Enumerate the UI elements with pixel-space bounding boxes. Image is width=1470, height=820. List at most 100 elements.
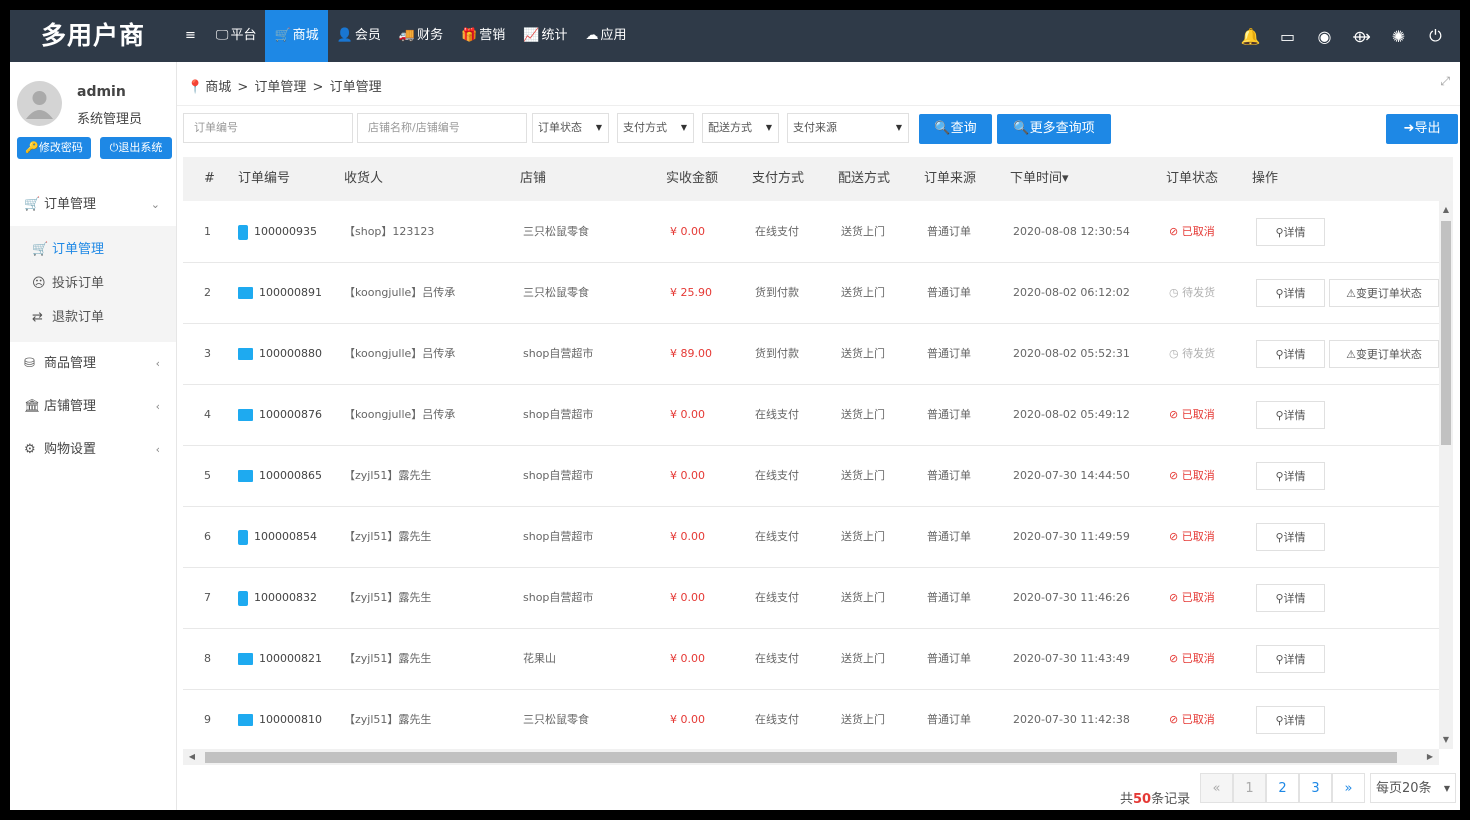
row-order-no: 100000832 xyxy=(238,567,317,628)
status-badge: ⊘ 已取消 xyxy=(1169,469,1215,482)
row-receiver: 【koongjulle】吕传承 xyxy=(344,408,456,421)
nav-member[interactable]: 👤 会员 xyxy=(328,10,390,62)
menu-shop-management[interactable]: 🏛 店铺管理 ‹ xyxy=(10,385,176,428)
row-receiver: 【zyjl51】露先生 xyxy=(344,591,432,604)
power-icon[interactable]: ⏻ xyxy=(1417,26,1454,46)
row-index: 8 xyxy=(204,652,211,665)
page-size-select[interactable]: 每页20条 ▼ xyxy=(1370,773,1456,803)
nav-menu-toggle[interactable]: ≡ xyxy=(176,10,207,62)
row-source: 普通订单 xyxy=(927,713,971,726)
scroll-up-icon[interactable]: ▲ xyxy=(1439,201,1453,219)
row-source: 普通订单 xyxy=(927,591,971,604)
row-shop: 三只松鼠零食 xyxy=(523,286,589,299)
detail-button[interactable]: ⚲详情 xyxy=(1256,340,1325,368)
detail-button[interactable]: ⚲详情 xyxy=(1256,706,1325,734)
order-status-select[interactable]: 订单状态 ▼ xyxy=(532,113,609,143)
menu-shopping-settings[interactable]: ⚙ 购物设置 ‹ xyxy=(10,428,176,471)
search-button[interactable]: 🔍查询 xyxy=(919,114,992,144)
nav-statistics[interactable]: 📈 统计 xyxy=(514,10,576,62)
col-index: # xyxy=(204,171,215,186)
gift-icon: 🎁 xyxy=(461,28,478,43)
cart-icon: 🛒 xyxy=(32,242,49,257)
change-status-button[interactable]: ⚠变更订单状态 xyxy=(1329,279,1439,307)
clock-icon: ◷ xyxy=(1169,347,1183,360)
horizontal-scrollbar[interactable]: ◀ ▶ xyxy=(183,749,1439,765)
more-search-button[interactable]: 🔍更多查询项 xyxy=(997,114,1111,144)
desktop-icon[interactable]: ▭ xyxy=(1269,27,1306,46)
nav-marketing[interactable]: 🎁 营销 xyxy=(452,10,514,62)
breadcrumb-item[interactable]: 商城 xyxy=(205,80,231,95)
nav-finance[interactable]: 🚚 财务 xyxy=(390,10,452,62)
col-order-time[interactable]: 下单时间▾ xyxy=(1010,157,1069,201)
chevron-down-icon: ⌄ xyxy=(150,198,160,211)
scroll-down-icon[interactable]: ▼ xyxy=(1439,731,1453,749)
detail-button[interactable]: ⚲详情 xyxy=(1256,645,1325,673)
detail-button[interactable]: ⚲详情 xyxy=(1256,279,1325,307)
handshake-icon[interactable]: ⟴ xyxy=(1343,27,1380,46)
chevron-left-icon: ‹ xyxy=(155,357,160,370)
row-shop: 三只松鼠零食 xyxy=(523,225,589,238)
scroll-thumb[interactable] xyxy=(205,752,1397,763)
desktop-icon xyxy=(238,409,253,421)
page-button-2[interactable]: 2 xyxy=(1266,773,1299,803)
monitor-icon: 🖵 xyxy=(215,28,229,43)
nav-apps[interactable]: ☁ 应用 xyxy=(576,10,635,62)
delivery-select[interactable]: 配送方式 ▼ xyxy=(702,113,779,143)
scroll-right-icon[interactable]: ▶ xyxy=(1421,749,1439,765)
menu-goods-management[interactable]: ⛁ 商品管理 ‹ xyxy=(10,342,176,385)
row-order-time: 2020-07-30 11:49:59 xyxy=(1013,530,1130,543)
row-index: 9 xyxy=(204,713,211,726)
location-icon[interactable]: ◉ xyxy=(1306,27,1343,46)
search-icon: ⚲ xyxy=(1275,348,1284,361)
nav-platform[interactable]: 🖵 平台 xyxy=(207,10,266,62)
row-index: 5 xyxy=(204,469,211,482)
main-nav: ≡ 🖵 平台 🛒 商城 👤 会员 🚚 财务 🎁 营销 📈 统计 ☁ 应用 xyxy=(176,10,636,62)
page-button-1[interactable]: 1 xyxy=(1233,773,1266,803)
change-status-button[interactable]: ⚠变更订单状态 xyxy=(1329,340,1439,368)
logout-button[interactable]: ⏻退出系统 xyxy=(100,137,172,159)
pay-method-select[interactable]: 支付方式 ▼ xyxy=(617,113,694,143)
scroll-thumb[interactable] xyxy=(1441,221,1451,445)
nav-mall[interactable]: 🛒 商城 xyxy=(265,10,328,62)
detail-button[interactable]: ⚲详情 xyxy=(1256,523,1325,551)
sub-item-refund-orders[interactable]: ⇄ 退款订单 xyxy=(10,301,176,335)
page-button-3[interactable]: 3 xyxy=(1299,773,1332,803)
ban-icon: ⊘ xyxy=(1169,652,1182,665)
col-status: 订单状态 xyxy=(1166,171,1219,186)
page-prev-button[interactable]: « xyxy=(1200,773,1233,803)
mobile-icon xyxy=(238,529,248,545)
breadcrumb-item[interactable]: 订单管理 xyxy=(254,80,306,95)
detail-button[interactable]: ⚲详情 xyxy=(1256,462,1325,490)
row-shop: shop自营超市 xyxy=(523,530,594,543)
bank-icon: 🏛 xyxy=(24,399,41,414)
bell-icon[interactable]: 🔔 xyxy=(1232,27,1269,46)
fullscreen-icon[interactable]: ⤢ xyxy=(1440,74,1450,89)
scroll-left-icon[interactable]: ◀ xyxy=(183,749,201,765)
status-badge: ⊘ 已取消 xyxy=(1169,652,1215,665)
caret-down-icon: ▼ xyxy=(895,123,902,132)
pay-source-select[interactable]: 支付来源 ▼ xyxy=(787,113,909,143)
sub-item-order-management[interactable]: 🛒 订单管理 xyxy=(10,233,176,267)
user-role: 系统管理员 xyxy=(77,112,143,127)
top-bar: 多用户商 ≡ 🖵 平台 🛒 商城 👤 会员 🚚 财务 🎁 营销 📈 统计 ☁ 应用 🔔 ▭ ◉… xyxy=(10,10,1460,62)
order-no-input[interactable]: 订单编号 xyxy=(183,113,353,143)
detail-button[interactable]: ⚲详情 xyxy=(1256,218,1325,246)
row-source: 普通订单 xyxy=(927,286,971,299)
loading-icon[interactable]: ✺ xyxy=(1380,27,1417,46)
detail-button[interactable]: ⚲详情 xyxy=(1256,584,1325,612)
change-password-button[interactable]: 🔑修改密码 xyxy=(17,137,91,159)
detail-button[interactable]: ⚲详情 xyxy=(1256,401,1325,429)
page-next-button[interactable]: » xyxy=(1332,773,1365,803)
shop-input[interactable]: 店铺名称/店铺编号 xyxy=(357,113,527,143)
row-delivery: 送货上门 xyxy=(841,286,885,299)
sub-item-complaint-orders[interactable]: ☹ 投诉订单 xyxy=(10,267,176,301)
table-row: 1 100000935 【shop】123123 三只松鼠零食 ¥ 0.00 在线支付 送货… xyxy=(183,201,1439,263)
row-receiver: 【koongjulle】吕传承 xyxy=(344,347,456,360)
export-button[interactable]: ➜导出 xyxy=(1386,114,1458,144)
line-chart-icon: 📈 xyxy=(523,28,540,43)
sidebar: admin 系统管理员 🔑修改密码 ⏻退出系统 🛒 订单管理 ⌄ 🛒 订单管理 ☹ 投诉… xyxy=(10,62,177,810)
menu-order-management[interactable]: 🛒 订单管理 ⌄ xyxy=(10,183,176,226)
vertical-scrollbar[interactable]: ▲ ▼ xyxy=(1439,201,1453,749)
row-index: 1 xyxy=(204,225,211,238)
row-shop: shop自营超市 xyxy=(523,408,594,421)
